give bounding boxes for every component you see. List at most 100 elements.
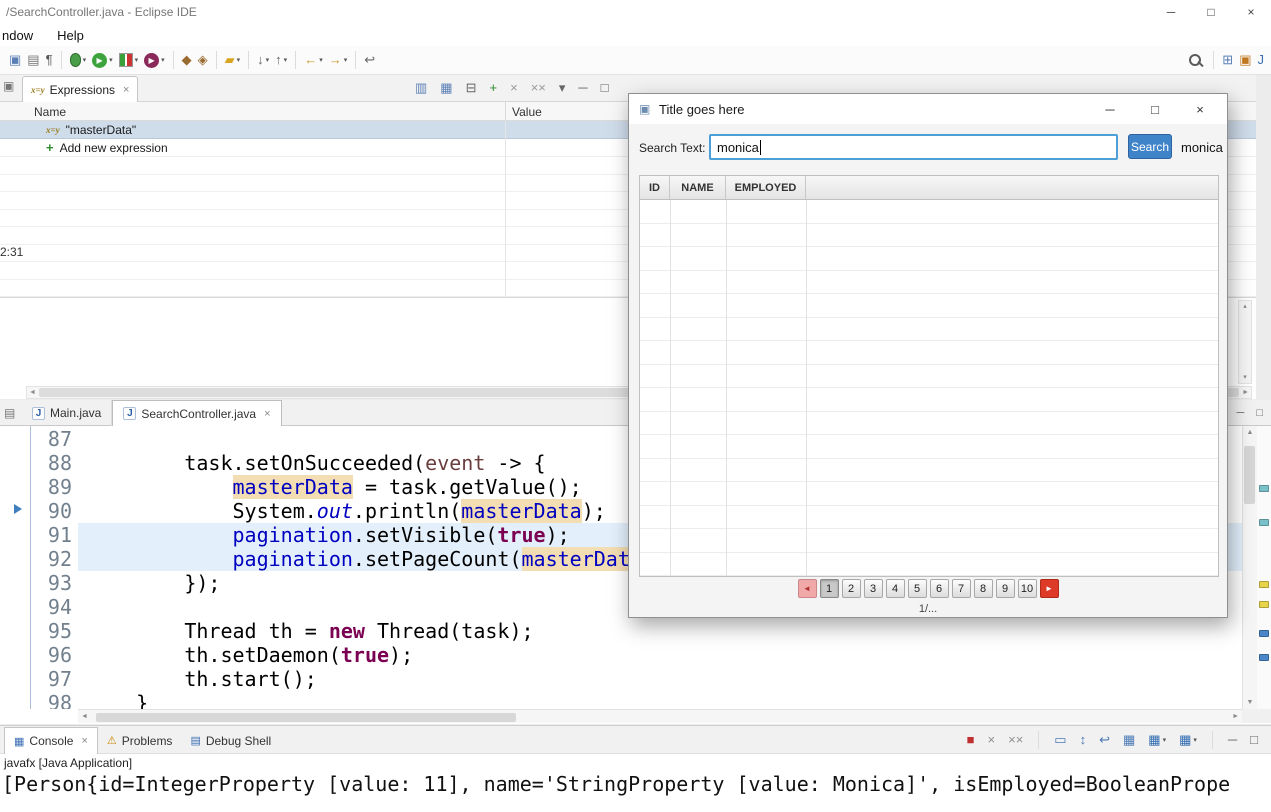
last-edit-location-icon[interactable]: ↩ — [361, 50, 378, 70]
search-button[interactable]: Search — [1128, 134, 1172, 159]
search-input[interactable]: monica — [709, 134, 1118, 160]
restore-view-icon[interactable]: ▣ — [3, 79, 14, 93]
close-icon[interactable]: × — [264, 408, 270, 420]
minimize-icon[interactable]: ─ — [1151, 0, 1191, 24]
pagination-prev-button[interactable]: ◄ — [797, 579, 817, 598]
code-line[interactable]: 95 Thread th = new Thread(task); — [0, 619, 1242, 643]
run-icon[interactable]: ▶ ▾ — [89, 51, 116, 70]
word-wrap-icon[interactable]: ↩ — [1096, 730, 1113, 750]
menu-item-help[interactable]: Help — [57, 28, 84, 43]
code-line[interactable]: 97 th.start(); — [0, 667, 1242, 691]
next-annotation-icon[interactable]: ↓ ▾ — [254, 50, 272, 70]
menu-item-ndow[interactable]: ndow — [2, 28, 33, 43]
new-wizard-icon[interactable]: ▣ — [6, 50, 24, 70]
results-table[interactable]: ID NAME EMPLOYED — [639, 175, 1219, 577]
maximize-icon[interactable]: □ — [1256, 407, 1263, 419]
debug-icon[interactable]: ▾ — [67, 51, 90, 69]
column-header-name[interactable]: Name — [34, 105, 66, 119]
export-jar-icon[interactable]: ◈ — [195, 50, 211, 70]
dropdown-arrow-icon[interactable]: ▾ — [1163, 736, 1167, 744]
scroll-left-icon[interactable]: ◄ — [29, 389, 36, 396]
close-icon[interactable]: × — [1231, 0, 1271, 24]
editor-list-icon[interactable]: ▤ — [4, 406, 15, 420]
console-tab-problems[interactable]: ⚠ Problems — [98, 727, 182, 754]
scroll-up-icon[interactable]: ▴ — [1243, 303, 1247, 310]
open-perspective-icon[interactable]: ⊞ — [1219, 50, 1236, 70]
column-header-value[interactable]: Value — [512, 105, 542, 119]
pagination-page-5[interactable]: 5 — [907, 579, 927, 598]
minimize-icon[interactable]: ─ — [575, 78, 590, 98]
dropdown-arrow-icon[interactable]: ▾ — [319, 56, 323, 64]
editor-tab-main-java[interactable]: J Main.java — [22, 400, 113, 426]
annotation-marker[interactable] — [1259, 581, 1269, 588]
scroll-left-icon[interactable]: ◄ — [81, 713, 88, 720]
annotation-marker[interactable] — [1259, 601, 1269, 608]
maximize-icon[interactable]: □ — [1140, 94, 1170, 124]
add-expression-icon[interactable]: + — [487, 78, 501, 98]
dropdown-arrow-icon[interactable]: ▾ — [135, 56, 139, 64]
prev-annotation-icon[interactable]: ↑ ▾ — [272, 50, 290, 70]
scroll-lock-icon[interactable]: ↕ — [1077, 730, 1090, 750]
search-icon[interactable] — [1186, 52, 1208, 68]
pagination-page-3[interactable]: 3 — [863, 579, 883, 598]
dialog-titlebar[interactable]: ▣ Title goes here ─ □ × — [629, 94, 1227, 124]
remove-all-expressions-icon[interactable]: ×× — [528, 78, 549, 98]
scroll-up-icon[interactable]: ▲ — [1247, 429, 1254, 436]
pagination-page-1[interactable]: 1 — [819, 579, 839, 598]
code-line[interactable]: 98 } — [0, 691, 1242, 709]
open-console-icon[interactable]: ▦ ▾ — [1176, 730, 1200, 750]
console-tab-console[interactable]: ▦ Console × — [4, 727, 98, 754]
code-line[interactable]: 96 th.setDaemon(true); — [0, 643, 1242, 667]
annotation-marker[interactable] — [1259, 485, 1269, 492]
show-logical-structure-icon[interactable]: ▦ — [437, 78, 455, 98]
pagination-page-10[interactable]: 10 — [1017, 579, 1037, 598]
dropdown-arrow-icon[interactable]: ▾ — [109, 56, 113, 64]
pin-console-icon[interactable]: ▦ — [1120, 730, 1138, 750]
clear-console-icon[interactable]: ▭ — [1051, 730, 1069, 750]
java-ee-perspective-icon[interactable]: ▣ — [1236, 50, 1254, 70]
maximize-icon[interactable]: □ — [598, 78, 612, 98]
remove-all-launches-icon[interactable]: ×× — [1005, 730, 1026, 750]
collapse-all-icon[interactable]: ⊟ — [463, 78, 480, 98]
save-icon[interactable]: ▤ — [24, 50, 42, 70]
tab-expressions[interactable]: x=y Expressions × — [22, 76, 139, 102]
pagination-page-2[interactable]: 2 — [841, 579, 861, 598]
dropdown-arrow-icon[interactable]: ▾ — [161, 56, 165, 64]
maximize-icon[interactable]: □ — [1247, 730, 1261, 750]
pagination-page-9[interactable]: 9 — [995, 579, 1015, 598]
scroll-right-icon[interactable]: ► — [1242, 389, 1249, 396]
console-output[interactable]: [Person{id=IntegerProperty [value: 11], … — [2, 772, 1271, 812]
column-divider[interactable] — [505, 102, 506, 121]
new-jar-icon[interactable]: ◆ — [179, 50, 195, 70]
close-icon[interactable]: × — [81, 735, 87, 747]
minimize-icon[interactable]: ─ — [1237, 407, 1245, 419]
forward-icon[interactable]: → ▾ — [326, 50, 351, 70]
profile-icon[interactable]: ▶ ▾ — [141, 51, 168, 70]
minimize-icon[interactable]: ─ — [1095, 94, 1125, 124]
show-whitespace-icon[interactable]: ¶ — [43, 50, 56, 70]
column-header-id[interactable]: ID — [640, 176, 670, 199]
layout-icon[interactable]: ▥ — [412, 78, 430, 98]
dropdown-arrow-icon[interactable]: ▾ — [266, 56, 270, 64]
back-icon[interactable]: ← ▾ — [301, 50, 326, 70]
column-header-employed[interactable]: EMPLOYED — [726, 176, 806, 199]
scroll-right-icon[interactable]: ► — [1232, 713, 1239, 720]
coverage-icon[interactable]: ▾ — [116, 51, 142, 69]
scroll-down-icon[interactable]: ▼ — [1247, 699, 1254, 706]
java-perspective-icon[interactable]: J — [1255, 50, 1268, 70]
dropdown-arrow-icon[interactable]: ▾ — [237, 56, 241, 64]
dropdown-arrow-icon[interactable]: ▾ — [83, 56, 87, 64]
dropdown-arrow-icon[interactable]: ▾ — [1193, 736, 1197, 744]
display-console-icon[interactable]: ▦ ▾ — [1145, 730, 1169, 750]
editor-tab-searchcontroller-java[interactable]: J SearchController.java × — [112, 400, 282, 426]
remove-expression-icon[interactable]: × — [507, 78, 521, 98]
editor-horizontal-scrollbar[interactable]: ◄ ► — [78, 709, 1242, 723]
pagination-page-4[interactable]: 4 — [885, 579, 905, 598]
close-icon[interactable]: × — [1185, 94, 1215, 124]
scrollbar-thumb[interactable] — [96, 713, 516, 722]
scrollbar-thumb[interactable] — [1244, 446, 1255, 504]
console-tab-debug-shell[interactable]: ▤ Debug Shell — [181, 727, 280, 754]
annotation-marker[interactable] — [1259, 519, 1269, 526]
pagination-page-8[interactable]: 8 — [973, 579, 993, 598]
remove-launch-icon[interactable]: × — [985, 730, 999, 750]
